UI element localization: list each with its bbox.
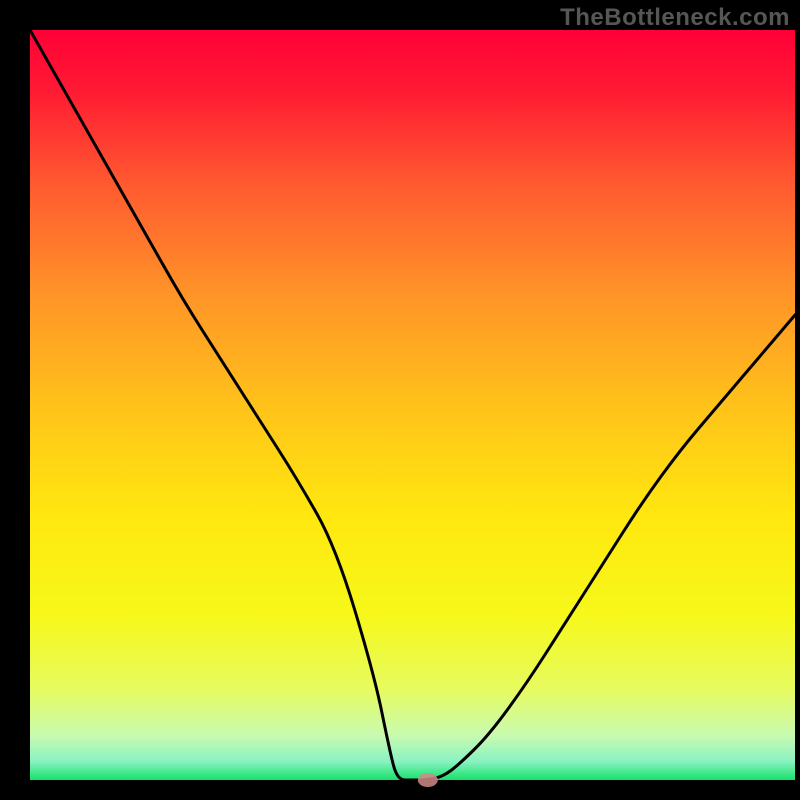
chart-container: { "brand": "TheBottleneck.com", "chart_d… xyxy=(0,0,800,800)
brand-watermark: TheBottleneck.com xyxy=(560,4,790,32)
bottleneck-curve-chart xyxy=(0,0,800,800)
plot-background xyxy=(30,30,795,780)
optimum-marker xyxy=(418,773,438,787)
